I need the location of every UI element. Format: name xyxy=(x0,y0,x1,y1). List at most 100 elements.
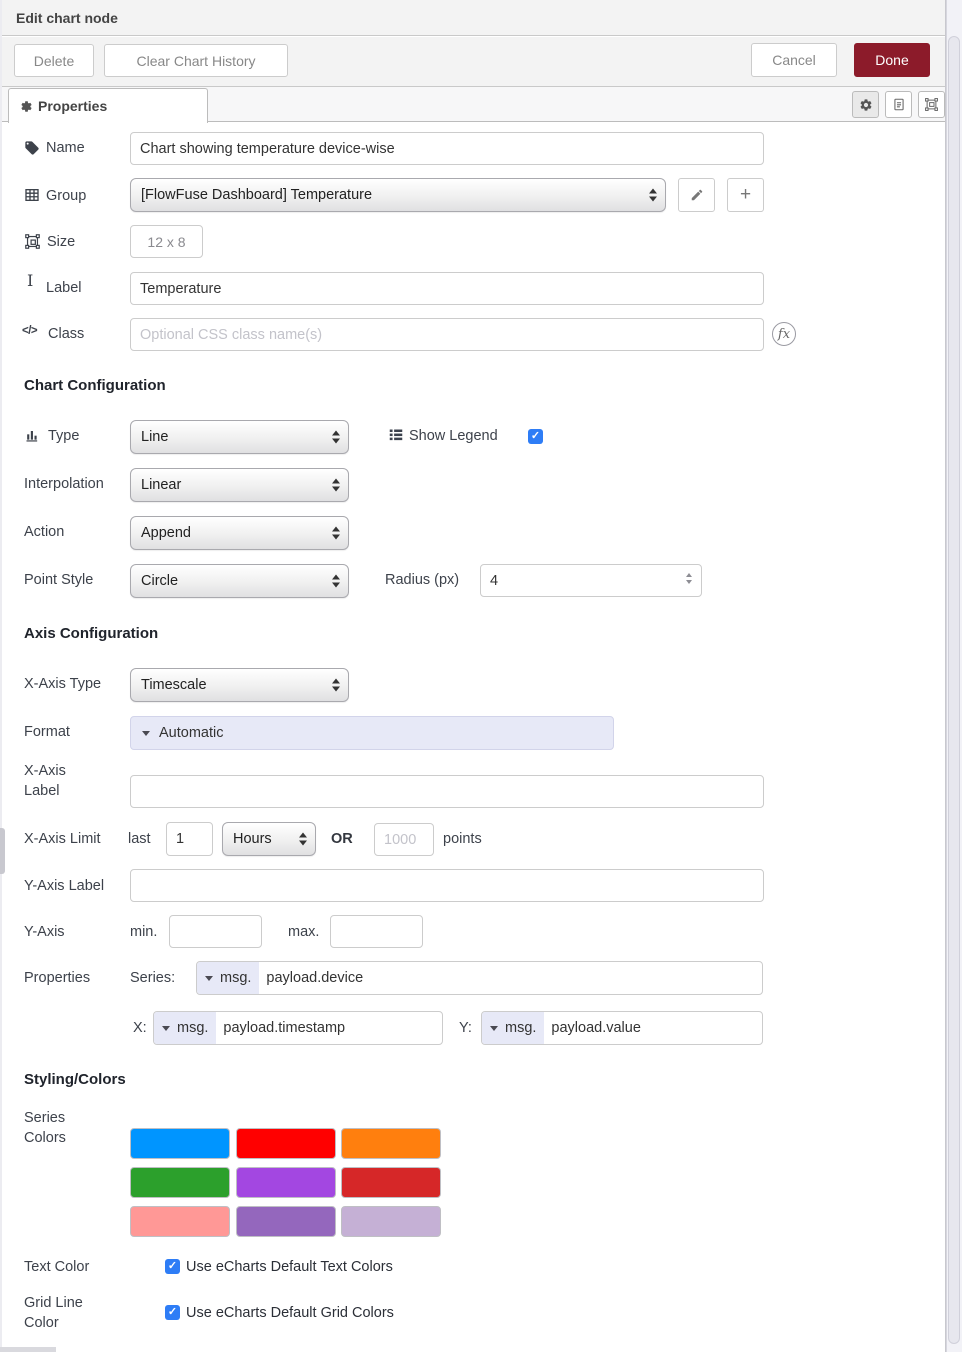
description-tab-button[interactable] xyxy=(885,91,912,118)
interpolation-select[interactable]: Linear xyxy=(130,468,349,502)
bar-chart-icon xyxy=(24,427,41,443)
y-typed-input[interactable]: msg. payload.value xyxy=(481,1011,763,1045)
series-color-swatch-9[interactable] xyxy=(341,1206,441,1237)
size-value-button[interactable]: 12 x 8 xyxy=(130,225,203,258)
document-icon xyxy=(892,97,906,112)
edit-group-button[interactable] xyxy=(678,178,715,212)
clear-chart-history-button[interactable]: Clear Chart History xyxy=(104,44,288,77)
series-color-swatch-2[interactable] xyxy=(236,1128,336,1159)
y-axis-max-input[interactable] xyxy=(330,915,423,948)
series-color-swatch-1[interactable] xyxy=(130,1128,230,1159)
x-axis-limit-last-text: last xyxy=(128,829,151,849)
add-group-button[interactable]: + xyxy=(727,178,764,212)
grid-color-default-checkbox[interactable] xyxy=(165,1305,180,1320)
type-label: Type xyxy=(48,426,79,446)
x-type-value: msg. xyxy=(177,1020,208,1036)
series-color-swatch-7[interactable] xyxy=(130,1206,230,1237)
i-cursor-icon: I xyxy=(27,271,33,290)
point-style-select-value: Circle xyxy=(141,573,178,589)
text-color-default-checkbox[interactable] xyxy=(165,1259,180,1274)
radius-label: Radius (px) xyxy=(385,570,459,590)
gear-icon xyxy=(20,100,33,113)
series-value[interactable]: payload.device xyxy=(259,962,370,994)
x-axis-limit-or-text: OR xyxy=(331,829,353,849)
x-value[interactable]: payload.timestamp xyxy=(216,1012,352,1044)
y-value[interactable]: payload.value xyxy=(544,1012,648,1044)
y-axis-label-label: Y-Axis Label xyxy=(24,876,104,896)
radius-input[interactable] xyxy=(480,564,702,597)
x-type-selector[interactable]: msg. xyxy=(154,1012,216,1044)
series-colors-label: Series Colors xyxy=(24,1108,66,1148)
x-axis-limit-unit-select[interactable]: Hours xyxy=(222,822,316,856)
series-color-swatch-5[interactable] xyxy=(236,1167,336,1198)
series-color-swatch-8[interactable] xyxy=(236,1206,336,1237)
name-input[interactable] xyxy=(130,132,764,165)
pencil-icon xyxy=(690,188,704,202)
tray-drag-handle[interactable] xyxy=(0,828,5,874)
y-axis-min-input[interactable] xyxy=(169,915,262,948)
delete-button[interactable]: Delete xyxy=(14,44,94,77)
grid-line-color-label: Grid Line Color xyxy=(24,1293,83,1333)
format-dropdown-value: Automatic xyxy=(159,725,223,741)
select-arrows-icon xyxy=(332,431,340,444)
scrollbar-thumb[interactable] xyxy=(948,36,960,1344)
series-color-swatch-6[interactable] xyxy=(341,1167,441,1198)
type-select-value: Line xyxy=(141,429,168,445)
point-style-select[interactable]: Circle xyxy=(130,564,349,598)
action-select[interactable]: Append xyxy=(130,516,349,550)
done-button[interactable]: Done xyxy=(854,43,930,77)
cancel-button[interactable]: Cancel xyxy=(751,43,837,77)
x-axis-type-select-value: Timescale xyxy=(141,677,207,693)
properties-label: Properties xyxy=(24,968,90,988)
properties-tab-button[interactable] xyxy=(852,91,879,118)
object-group-icon xyxy=(924,97,939,112)
series-typed-input[interactable]: msg. payload.device xyxy=(196,961,763,995)
x-axis-limit-value-input[interactable] xyxy=(166,822,213,856)
tray-left-edge xyxy=(0,0,2,1352)
x-axis-limit-points-input[interactable] xyxy=(374,823,434,856)
group-select-value: [FlowFuse Dashboard] Temperature xyxy=(141,187,372,203)
axis-configuration-heading: Axis Configuration xyxy=(24,625,158,642)
point-style-label: Point Style xyxy=(24,570,93,590)
group-label: Group xyxy=(46,186,86,206)
tab-properties[interactable]: Properties xyxy=(8,88,208,123)
tag-icon xyxy=(24,140,40,156)
caret-down-icon xyxy=(162,1026,170,1031)
series-color-swatch-4[interactable] xyxy=(130,1167,230,1198)
plus-icon: + xyxy=(740,184,751,206)
show-legend-label: Show Legend xyxy=(409,426,498,446)
series-type-selector[interactable]: msg. xyxy=(197,962,259,994)
x-axis-limit-points-text: points xyxy=(443,829,482,849)
action-select-value: Append xyxy=(141,525,191,541)
y-axis-label-input[interactable] xyxy=(130,869,764,902)
caret-down-icon xyxy=(205,976,213,981)
legend-list-icon xyxy=(388,427,404,442)
select-arrows-icon xyxy=(332,679,340,692)
x-typed-input[interactable]: msg. payload.timestamp xyxy=(153,1011,443,1045)
grid-color-option-label: Use eCharts Default Grid Colors xyxy=(186,1303,394,1323)
bottom-edge-sliver xyxy=(0,1347,56,1352)
class-label: Class xyxy=(48,324,84,344)
group-select[interactable]: [FlowFuse Dashboard] Temperature xyxy=(130,178,666,212)
y-axis-max-label: max. xyxy=(288,922,319,942)
label-input[interactable] xyxy=(130,272,764,305)
text-color-option-label: Use eCharts Default Text Colors xyxy=(186,1257,393,1277)
x-axis-type-label: X-Axis Type xyxy=(24,674,101,694)
format-dropdown[interactable]: Automatic xyxy=(130,716,614,750)
radius-stepper[interactable] xyxy=(686,573,692,584)
select-arrows-icon xyxy=(332,575,340,588)
y-property-label: Y: xyxy=(459,1018,472,1038)
y-type-selector[interactable]: msg. xyxy=(482,1012,544,1044)
x-axis-label-input[interactable] xyxy=(130,775,764,808)
select-arrows-icon xyxy=(649,189,657,202)
show-legend-checkbox[interactable] xyxy=(528,429,543,444)
series-color-swatch-3[interactable] xyxy=(341,1128,441,1159)
class-input[interactable] xyxy=(130,318,764,351)
appearance-tab-button[interactable] xyxy=(918,91,945,118)
type-select[interactable]: Line xyxy=(130,420,349,454)
x-axis-type-select[interactable]: Timescale xyxy=(130,668,349,702)
tab-properties-label: Properties xyxy=(38,98,107,114)
fx-badge-icon: fx xyxy=(772,322,796,346)
name-label: Name xyxy=(46,138,85,158)
x-axis-label-label: X-Axis Label xyxy=(24,761,66,801)
